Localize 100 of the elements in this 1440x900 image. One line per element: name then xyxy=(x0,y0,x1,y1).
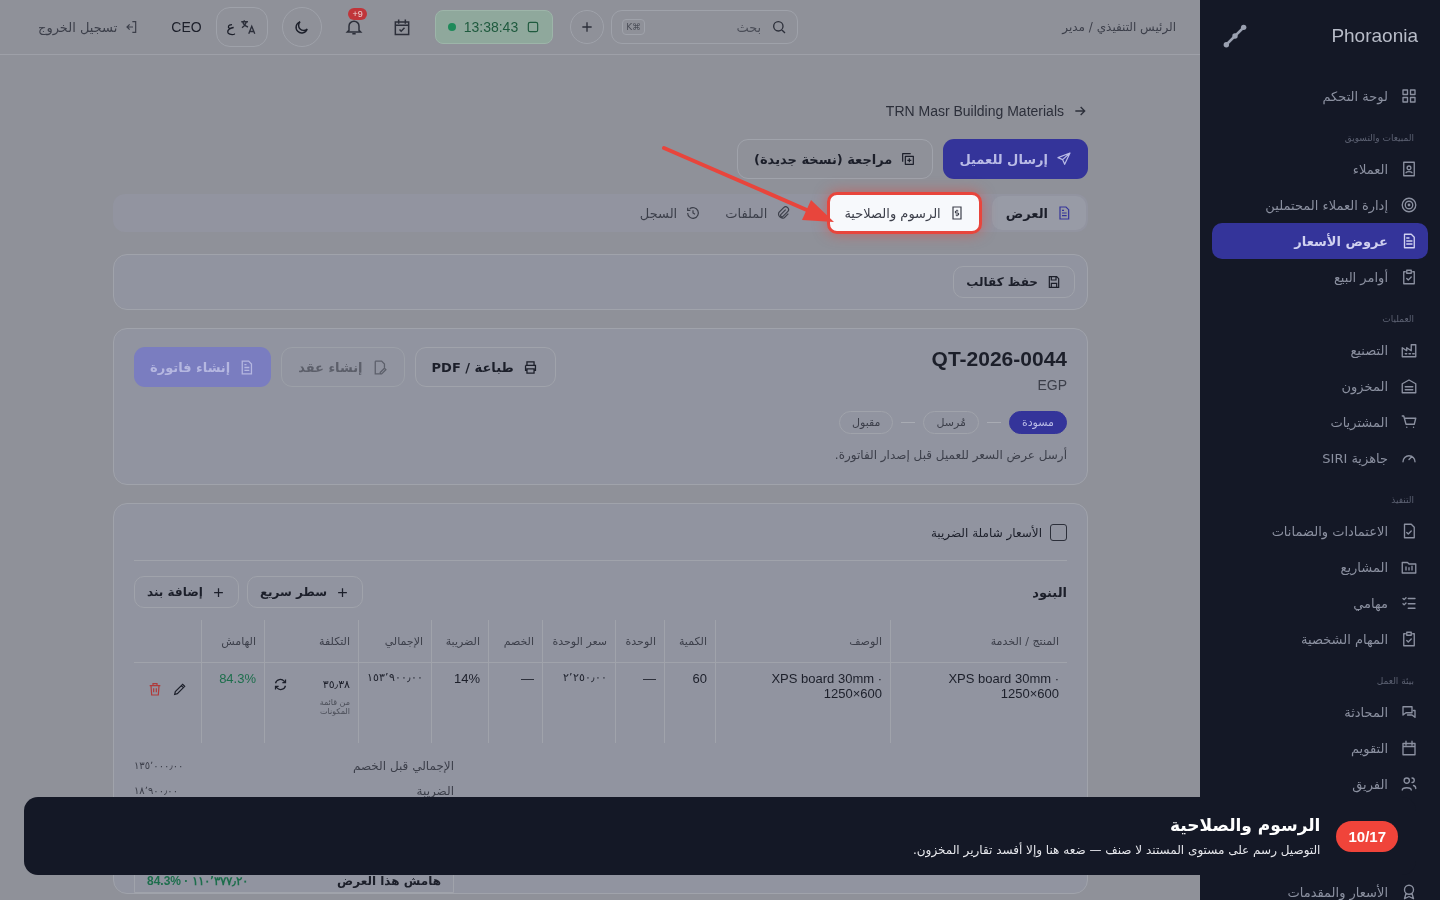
table-cell: — xyxy=(615,662,665,743)
tour-title: الرسوم والصلاحية xyxy=(1168,815,1321,835)
sidebar-item[interactable]: عروض الأسعار xyxy=(1212,223,1428,259)
table-cell: — xyxy=(488,662,543,743)
quick-line-button[interactable]: سطر سريع xyxy=(246,576,363,608)
refresh-icon[interactable] xyxy=(273,677,288,692)
cost-source: من قائمة المكونات xyxy=(318,698,350,716)
clipboard-icon xyxy=(1400,630,1418,648)
section-heading: العمليات xyxy=(1381,313,1415,326)
users-icon xyxy=(1400,775,1418,793)
margin-label: هامش هذا العرض xyxy=(337,874,441,888)
print-button[interactable]: طباعة / PDF xyxy=(414,347,556,387)
hint-text: أرسل عرض السعر للعميل قبل إصدار الفاتورة. xyxy=(834,448,1067,462)
cost-value: ٣٥٫٣٨ xyxy=(322,678,350,691)
clock-time: 13:38:43 xyxy=(463,19,519,35)
tab[interactable]: الملفات xyxy=(719,196,798,230)
checkbox-label: الأسعار شاملة الضريبة xyxy=(930,525,1042,540)
history-icon xyxy=(685,205,702,221)
column-header: الوصف xyxy=(715,620,891,663)
section-heading: بيئة العمل xyxy=(1375,675,1415,688)
total-label: الإجمالي قبل الخصم xyxy=(352,758,454,773)
sidebar-item[interactable]: المشاريع xyxy=(1212,549,1428,585)
sidebar-item[interactable]: الأسعار والمقدمات xyxy=(1212,874,1428,900)
sidebar-item[interactable]: التقويم xyxy=(1212,730,1428,766)
column-header: سعر الوحدة xyxy=(542,620,616,663)
column-header: الضريبة xyxy=(431,620,489,663)
sidebar-item[interactable]: المشتريات xyxy=(1212,404,1428,440)
logo-icon xyxy=(1222,23,1248,49)
back-link[interactable]: TRN Masr Building Materials xyxy=(113,100,1088,122)
document-icon xyxy=(1056,205,1072,221)
sidebar-item[interactable]: العملاء xyxy=(1212,151,1428,187)
table-cell: 60 xyxy=(664,662,716,743)
chat-icon xyxy=(1400,703,1418,721)
tab[interactable]: السجل xyxy=(625,196,716,230)
add-item-button[interactable]: إضافة بند xyxy=(134,576,239,608)
table-cell: XPS board 30mm · 1250×600 xyxy=(890,662,1067,743)
sidebar-item[interactable]: التصنيع xyxy=(1212,332,1428,368)
notification-badge: +9 xyxy=(348,8,367,20)
table-cell: ١٥٣٬٩٠٠٫٠٠ xyxy=(358,662,432,743)
contact-card-icon xyxy=(1400,160,1418,178)
search-input[interactable]: بحث xyxy=(653,18,764,36)
search-icon xyxy=(771,19,788,35)
language-button[interactable]: ع xyxy=(215,7,268,47)
tab[interactable]: العرض xyxy=(991,196,1086,230)
column-header: الوحدة xyxy=(615,620,665,663)
factory-icon xyxy=(1400,341,1418,359)
status-dot xyxy=(447,23,456,31)
sidebar-item[interactable]: الفريق xyxy=(1212,766,1428,802)
table-cell: 84.3% xyxy=(201,662,265,743)
target-icon xyxy=(1400,196,1418,214)
currency: EGP xyxy=(1037,377,1067,393)
calendar-icon xyxy=(1400,739,1418,757)
brand-name: Phoraonia xyxy=(1331,25,1418,47)
step-badge: 10/17 xyxy=(1336,820,1398,852)
tab[interactable]: الرسوم والصلاحية xyxy=(827,192,982,234)
column-header: الخصم xyxy=(488,620,543,663)
checklist-icon xyxy=(1400,594,1418,612)
checkbox[interactable] xyxy=(1050,524,1067,541)
tour-text: التوصيل رسم على مستوى المستند لا صنف — ضعه هنا وإلا أفسد تقارير المخزون. xyxy=(913,843,1321,857)
sidebar-item[interactable]: أوامر البيع xyxy=(1212,259,1428,295)
translate-icon xyxy=(239,18,258,36)
sidebar-item[interactable]: المحادثة xyxy=(1212,694,1428,730)
sidebar-item[interactable]: الاعتمادات والضمانات xyxy=(1212,513,1428,549)
save-template-button[interactable]: حفظ كقالب xyxy=(953,266,1075,298)
logout-button[interactable]: تسجيل الخروج xyxy=(32,18,146,36)
send-icon xyxy=(1056,151,1072,167)
paperclip-icon xyxy=(775,205,792,221)
total-label: الضريبة xyxy=(416,783,454,798)
send-button[interactable]: إرسال للعميل xyxy=(943,139,1088,179)
sidebar-item[interactable]: المخزون xyxy=(1212,368,1428,404)
status-step: مسودة xyxy=(1008,411,1067,434)
section-heading: المبيعات والتسويق xyxy=(1343,132,1415,145)
square-icon xyxy=(526,20,541,34)
sidebar-item[interactable]: جاهزية SIRI xyxy=(1212,440,1428,476)
user-role: CEO xyxy=(171,19,202,35)
shortcut-key: K⌘ xyxy=(622,19,646,35)
moon-icon xyxy=(293,18,311,36)
revision-button[interactable]: مراجعة (نسخة جديدة) xyxy=(737,139,934,179)
column-header: الهامش xyxy=(201,620,265,663)
column-header: المنتج / الخدمة xyxy=(890,620,1067,663)
column-header: الكمية xyxy=(664,620,716,663)
grid-icon xyxy=(1400,87,1418,105)
copy-plus-icon xyxy=(900,151,917,167)
table-cell: 14% xyxy=(431,662,489,743)
total-value: ١٨٬٩٠٠٫٠٠ xyxy=(134,785,179,796)
total-value: ١٣٥٬٠٠٠٫٠٠ xyxy=(134,760,184,771)
quote-number: QT-2026-0044 xyxy=(931,347,1067,371)
table-cell: ٢٬٢٥٠٫٠٠ xyxy=(542,662,616,743)
column-header: الإجمالي xyxy=(358,620,432,663)
sidebar-item[interactable]: مهامي xyxy=(1212,585,1428,621)
sidebar-item[interactable]: المهام الشخصية xyxy=(1212,621,1428,657)
sidebar-item[interactable]: لوحة التحكم xyxy=(1212,78,1428,114)
save-icon xyxy=(1046,274,1062,290)
cart-icon xyxy=(1400,413,1418,431)
margin-value: 84.3% · ١١٠٬٣٧٧٫٢٠ xyxy=(147,874,248,888)
breadcrumb: الرئيس التنفيذي / مدير xyxy=(1062,20,1176,34)
sidebar-item[interactable]: إدارة العملاء المحتملين xyxy=(1212,187,1428,223)
column-header: التكلفة xyxy=(264,620,359,663)
section-title: البنود xyxy=(1032,584,1067,600)
building-icon xyxy=(1400,377,1418,395)
